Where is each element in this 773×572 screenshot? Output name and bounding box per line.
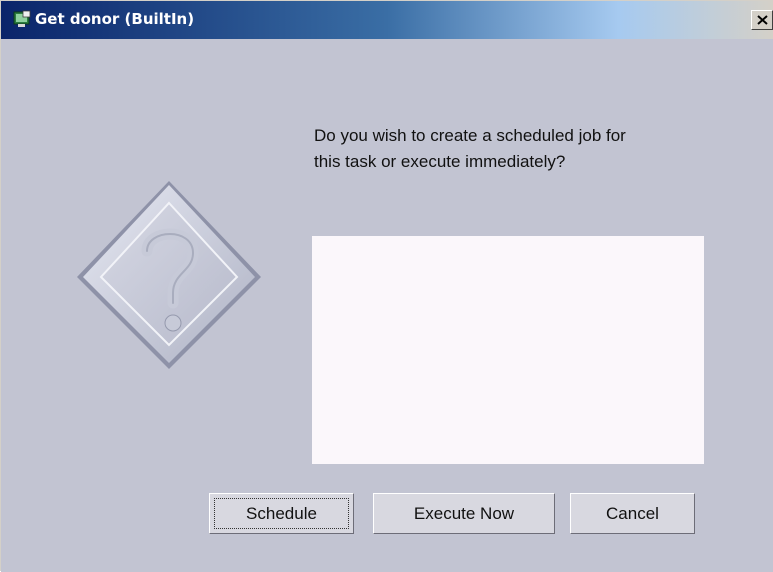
schedule-button[interactable]: Schedule — [209, 493, 354, 534]
question-icon — [77, 181, 261, 369]
title-bar[interactable]: Get donor (BuiltIn) — [1, 1, 773, 39]
dialog-message: Do you wish to create a scheduled job fo… — [314, 123, 734, 175]
close-button[interactable] — [751, 10, 773, 30]
details-textarea[interactable] — [312, 236, 704, 464]
dialog-content: Do you wish to create a scheduled job fo… — [1, 39, 773, 572]
message-line-2: this task or execute immediately? — [314, 152, 566, 171]
java-app-icon — [13, 10, 31, 27]
close-icon — [757, 15, 768, 25]
schedule-button-label: Schedule — [246, 504, 317, 523]
message-line-1: Do you wish to create a scheduled job fo… — [314, 126, 626, 145]
window-title: Get donor (BuiltIn) — [35, 10, 195, 28]
cancel-button[interactable]: Cancel — [570, 493, 695, 534]
dialog-window: Get donor (BuiltIn) Do you wish to creat… — [0, 0, 773, 572]
execute-now-button[interactable]: Execute Now — [373, 493, 555, 534]
